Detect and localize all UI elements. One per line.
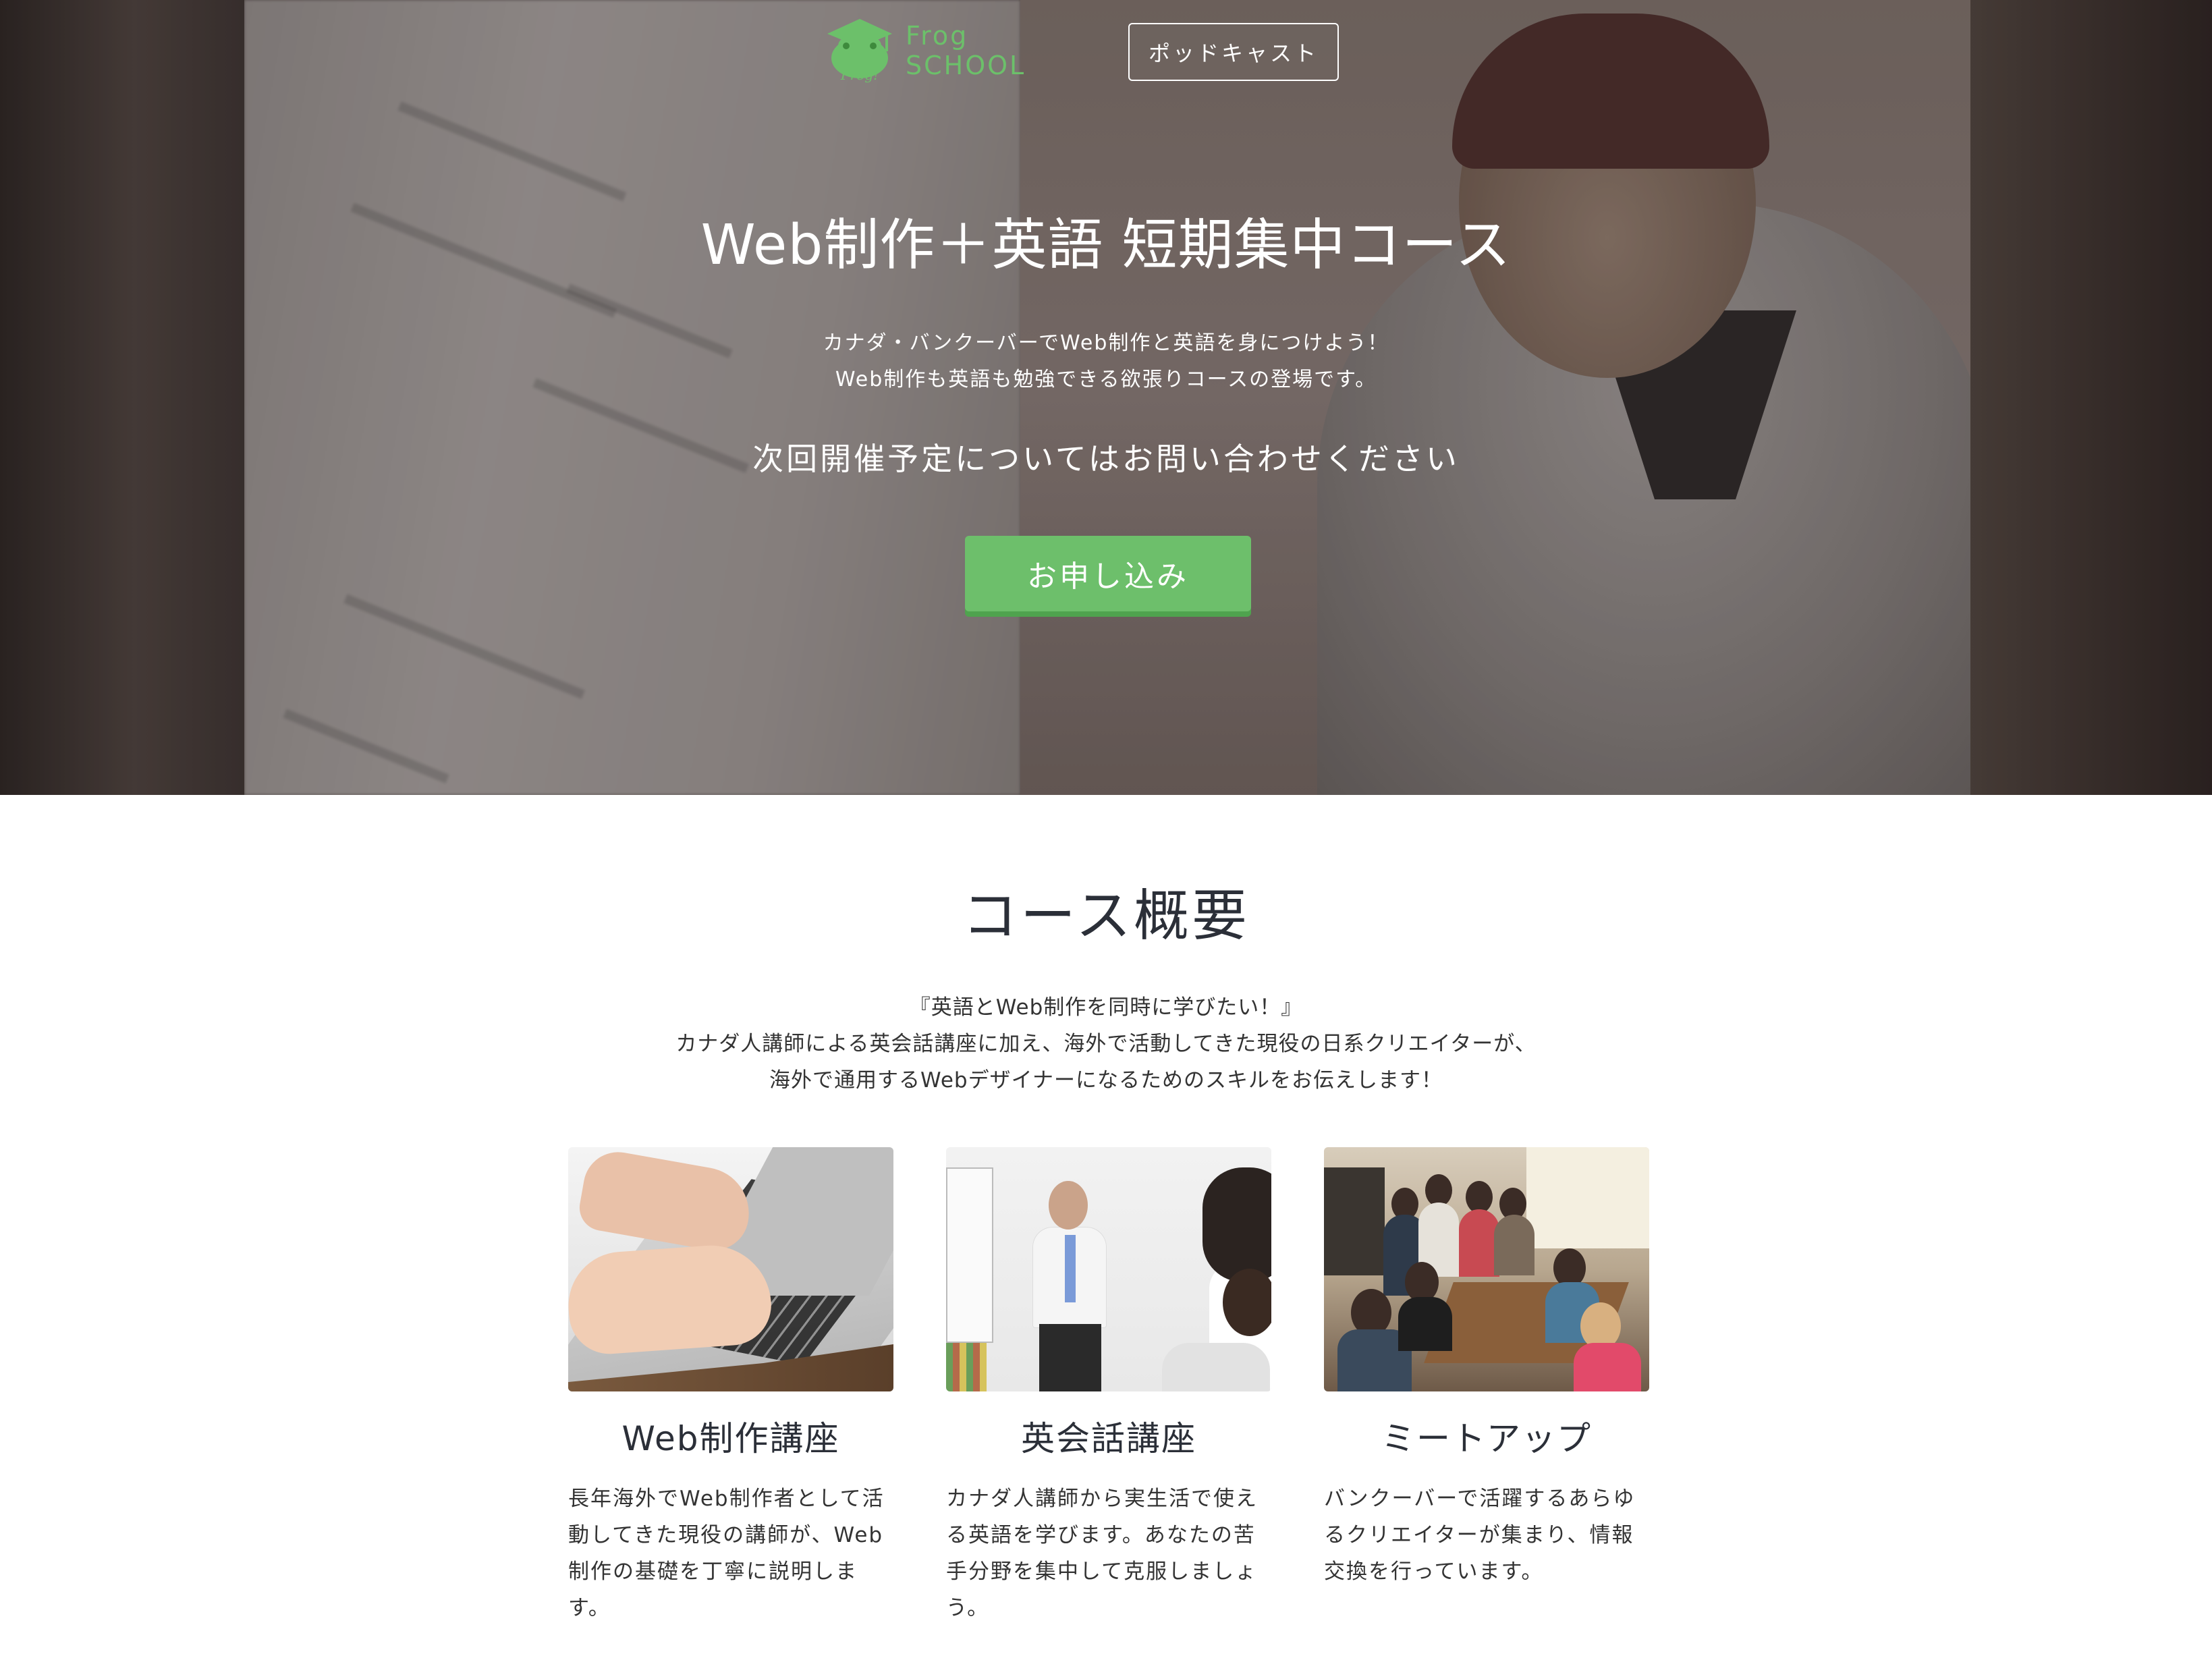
site-logo[interactable]: Frog! Frog SCHOOL: [822, 13, 1099, 88]
laptop-typing-image: [568, 1147, 893, 1391]
hero-title: Web制作＋英語 短期集中コース: [700, 213, 1512, 277]
hero-subtitle-line: カナダ・バンクーバーでWeb制作と英語を身につけよう！: [823, 331, 1389, 355]
svg-text:Frog!: Frog!: [840, 67, 879, 83]
frog-graduation-cap-icon: Frog!: [822, 13, 897, 88]
course-card-title: Web制作講座: [621, 1419, 840, 1458]
classroom-image: [946, 1147, 1271, 1391]
course-card-title: ミートアップ: [1381, 1419, 1592, 1458]
apply-button[interactable]: お申し込み: [965, 536, 1251, 611]
hero-subtitle: カナダ・バンクーバーでWeb制作と英語を身につけよう！ Web制作も英語も勉強で…: [0, 325, 2212, 398]
logo-text: Frog SCHOOL: [906, 21, 1026, 80]
overview-desc-line: 海外で通用するWebデザイナーになるためのスキルをお伝えします！: [769, 1068, 1443, 1093]
podcast-button[interactable]: ポッドキャスト: [1128, 23, 1339, 81]
course-card-text: カナダ人講師から実生活で使える英語を学びます。あなたの苦手分野を集中して克服しま…: [946, 1487, 1258, 1620]
next-session-notice: 次回開催予定についてはお問い合わせください: [752, 441, 1460, 477]
course-card-meetup: ミートアップ バンクーバーで活躍するあらゆるクリエイターが集まり、情報交換を行っ…: [1324, 1147, 1649, 1590]
course-overview-title: コース概要: [962, 884, 1250, 948]
course-card-title: 英会話講座: [1021, 1419, 1196, 1458]
course-card-text: 長年海外でWeb制作者として活動してきた現役の講師が、Web制作の基礎を丁寧に説…: [568, 1487, 885, 1620]
hero-section: Frog! Frog SCHOOL ポッドキャスト Web制作＋英語 短期集中コ…: [0, 0, 2212, 795]
course-overview-description: 『英語とWeb制作を同時に学びたい！』 カナダ人講師による英会話講座に加え、海外…: [0, 989, 2212, 1099]
course-card-web: Web制作講座 長年海外でWeb制作者として活動してきた現役の講師が、Web制作…: [568, 1147, 893, 1626]
hero-subtitle-line: Web制作も英語も勉強できる欲張りコースの登場です。: [835, 368, 1377, 391]
course-card-text: バンクーバーで活躍するあらゆるクリエイターが集まり、情報交換を行っています。: [1324, 1487, 1636, 1584]
overview-desc-line: 『英語とWeb制作を同時に学びたい！』: [909, 995, 1303, 1020]
meetup-group-image: [1324, 1147, 1649, 1391]
course-card-english: 英会話講座 カナダ人講師から実生活で使える英語を学びます。あなたの苦手分野を集中…: [946, 1147, 1271, 1626]
overview-desc-line: カナダ人講師による英会話講座に加え、海外で活動してきた現役の日系クリエイターが、: [675, 1032, 1537, 1056]
